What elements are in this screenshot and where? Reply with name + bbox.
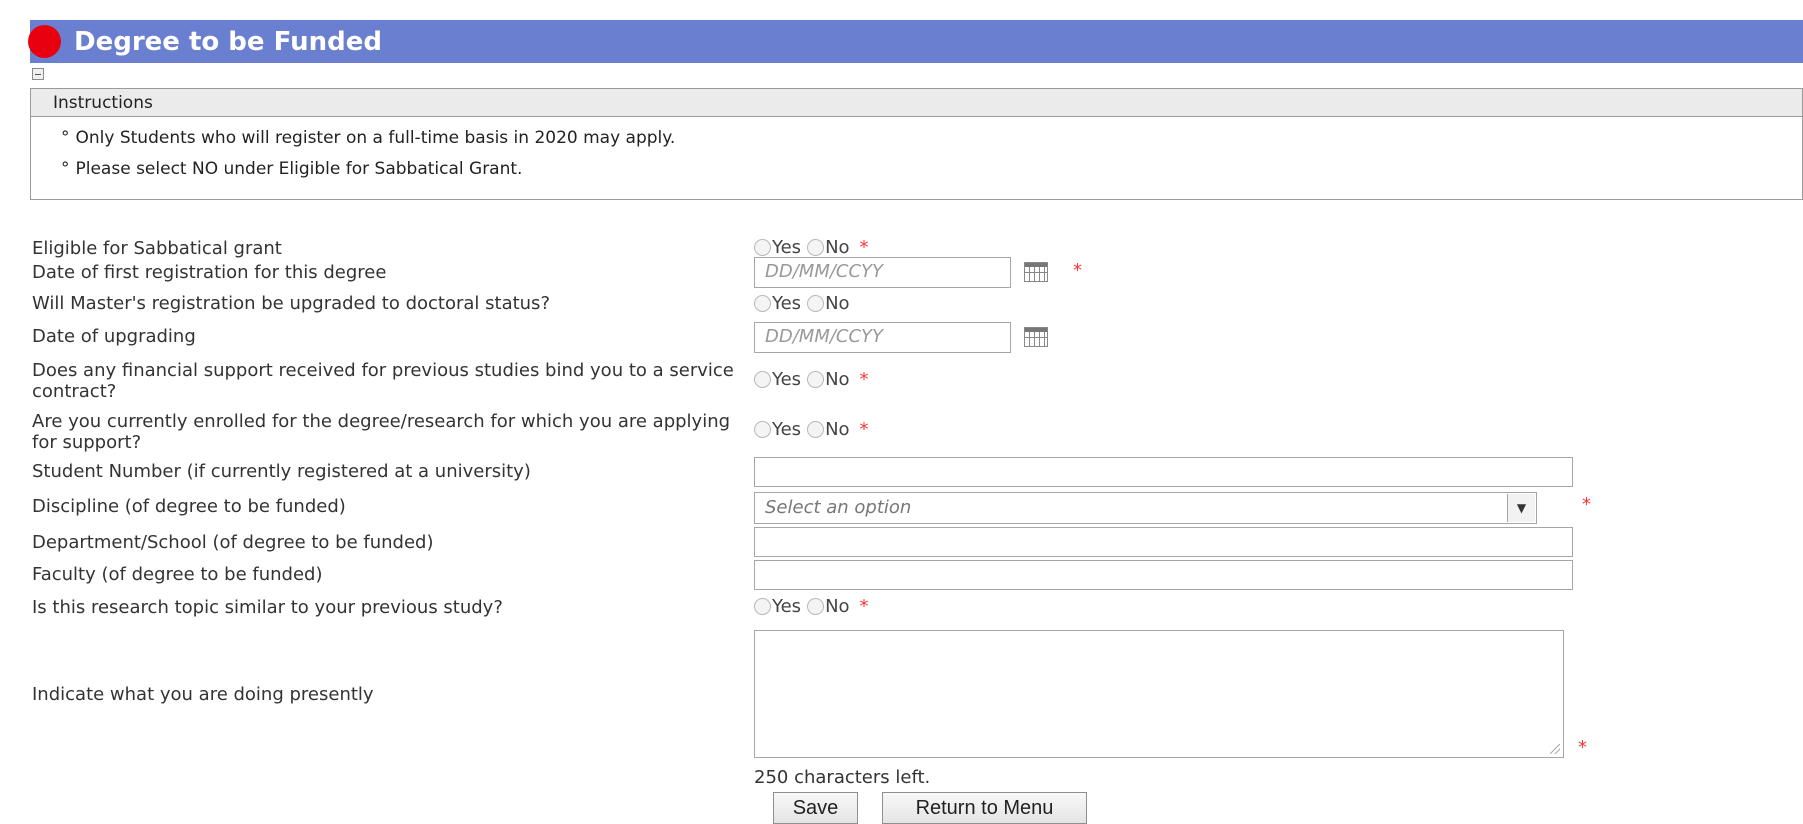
student-number-input[interactable] bbox=[754, 457, 1573, 487]
required-marker: * bbox=[1073, 260, 1082, 281]
yes-label: Yes bbox=[772, 418, 802, 440]
doing-presently-label: Indicate what you are doing presently bbox=[32, 684, 374, 705]
yes-label: Yes bbox=[772, 236, 802, 258]
upgrade-no-radio[interactable] bbox=[807, 294, 825, 312]
characters-left-counter: 250 characters left. bbox=[754, 767, 931, 788]
upgrade-yes-radio[interactable] bbox=[754, 294, 771, 312]
similar-topic-no-radio[interactable] bbox=[807, 597, 825, 615]
section-header: Degree to be Funded bbox=[28, 20, 1803, 63]
required-marker: * bbox=[1578, 737, 1587, 758]
upgrade-doctoral-label: Will Master's registration be upgraded t… bbox=[32, 293, 550, 314]
sabbatical-yes-radio[interactable] bbox=[754, 238, 771, 256]
calendar-icon[interactable] bbox=[1024, 262, 1048, 282]
section-title: Degree to be Funded bbox=[74, 27, 382, 57]
status-indicator bbox=[28, 25, 61, 58]
similar-topic-label: Is this research topic similar to your p… bbox=[32, 597, 503, 618]
no-label: No bbox=[825, 595, 850, 617]
student-number-label: Student Number (if currently registered … bbox=[32, 461, 531, 482]
no-label: No bbox=[825, 418, 850, 440]
required-marker: * bbox=[1582, 494, 1591, 515]
service-contract-label: Does any financial support received for … bbox=[32, 360, 734, 402]
similar-topic-yes-radio[interactable] bbox=[754, 597, 771, 615]
required-marker: * bbox=[859, 595, 869, 617]
required-marker: * bbox=[859, 418, 869, 440]
no-label: No bbox=[825, 236, 850, 258]
currently-enrolled-radio-group: Yes No * bbox=[754, 418, 869, 440]
currently-enrolled-label: Are you currently enrolled for the degre… bbox=[32, 411, 731, 453]
service-contract-no-radio[interactable] bbox=[807, 370, 825, 388]
required-marker: * bbox=[859, 368, 869, 390]
instructions-panel: Instructions Only Students who will regi… bbox=[30, 88, 1803, 200]
yes-label: Yes bbox=[772, 368, 802, 390]
yes-label: Yes bbox=[772, 292, 802, 314]
required-marker: * bbox=[859, 236, 869, 258]
no-label: No bbox=[825, 368, 850, 390]
return-to-menu-button[interactable]: Return to Menu bbox=[882, 792, 1087, 824]
calendar-icon[interactable] bbox=[1024, 327, 1048, 347]
upgrade-doctoral-radio-group: Yes No bbox=[754, 292, 856, 314]
yes-label: Yes bbox=[772, 595, 802, 617]
instruction-item: Please select NO under Eligible for Sabb… bbox=[61, 154, 1802, 185]
no-label: No bbox=[825, 292, 850, 314]
first-registration-label: Date of first registration for this degr… bbox=[32, 262, 387, 283]
save-button[interactable]: Save bbox=[773, 792, 858, 824]
resize-handle-icon[interactable] bbox=[1550, 744, 1560, 754]
form-page: Degree to be Funded Instructions Only St… bbox=[0, 0, 1803, 824]
department-input[interactable] bbox=[754, 527, 1573, 557]
faculty-label: Faculty (of degree to be funded) bbox=[32, 564, 323, 585]
discipline-label: Discipline (of degree to be funded) bbox=[32, 496, 346, 517]
enrolled-no-radio[interactable] bbox=[807, 420, 825, 438]
sabbatical-label: Eligible for Sabbatical grant bbox=[32, 238, 282, 259]
instruction-item: Only Students who will register on a ful… bbox=[61, 123, 1802, 154]
instructions-heading: Instructions bbox=[31, 89, 1802, 117]
upgrading-date-label: Date of upgrading bbox=[32, 326, 196, 347]
upgrading-date-input[interactable]: DD/MM/CCYY bbox=[754, 322, 1011, 353]
collapse-icon[interactable] bbox=[32, 68, 44, 80]
chevron-down-icon[interactable]: ▼ bbox=[1507, 494, 1535, 522]
instructions-list: Only Students who will register on a ful… bbox=[31, 117, 1802, 185]
first-registration-date-input[interactable]: DD/MM/CCYY bbox=[754, 257, 1011, 288]
faculty-input[interactable] bbox=[754, 560, 1573, 590]
department-label: Department/School (of degree to be funde… bbox=[32, 532, 434, 553]
sabbatical-no-radio[interactable] bbox=[807, 238, 825, 256]
sabbatical-radio-group: Yes No * bbox=[754, 236, 869, 258]
similar-topic-radio-group: Yes No * bbox=[754, 595, 869, 617]
service-contract-yes-radio[interactable] bbox=[754, 370, 771, 388]
enrolled-yes-radio[interactable] bbox=[754, 420, 771, 438]
discipline-select[interactable]: Select an option ▼ bbox=[754, 492, 1537, 524]
doing-presently-textarea[interactable] bbox=[754, 630, 1564, 758]
discipline-selected-value: Select an option bbox=[765, 497, 912, 518]
service-contract-radio-group: Yes No * bbox=[754, 368, 869, 390]
